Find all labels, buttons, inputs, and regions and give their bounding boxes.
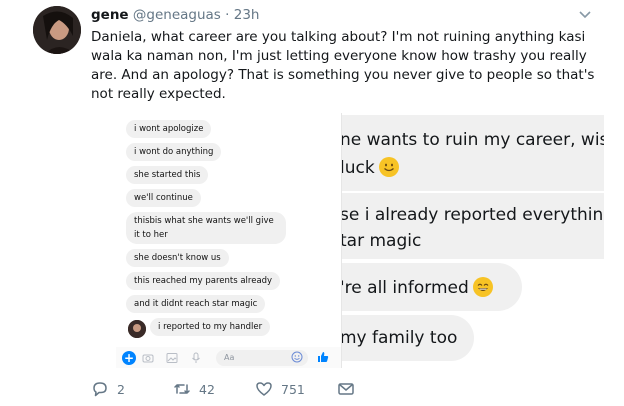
image-icon xyxy=(166,353,178,363)
chat-screenshot-right: ne wants to ruin my career, wis luck se … xyxy=(342,113,604,368)
microphone-icon xyxy=(192,352,200,363)
chat-message: she started this xyxy=(126,166,209,184)
plus-icon: + xyxy=(122,351,136,365)
like-count: 751 xyxy=(281,381,305,397)
like-button[interactable]: 751 xyxy=(255,378,305,400)
user-avatar[interactable] xyxy=(33,6,81,54)
tweet-media[interactable]: i wont apologize i wont do anything she … xyxy=(116,113,604,368)
tweet-header: gene @geneaguas · 23h xyxy=(91,7,259,23)
camera-icon xyxy=(142,354,154,363)
chat-message: this reached my parents already xyxy=(126,272,281,290)
smiling-emoji-face xyxy=(379,157,399,177)
chat-bubble-text: 're all informed xyxy=(342,278,469,298)
reply-count: 2 xyxy=(117,381,125,397)
grinning-emoji-icon xyxy=(472,277,493,297)
smiling-emoji-icon xyxy=(378,157,399,177)
reply-icon xyxy=(93,382,107,397)
chat-screenshot-left: i wont apologize i wont do anything she … xyxy=(116,113,342,368)
avatar-photo xyxy=(128,320,146,338)
chat-message: thisbis what she wants we'll give it to … xyxy=(126,212,286,244)
retweet-count: 42 xyxy=(199,381,215,397)
chat-bubble-line: tar magic xyxy=(342,231,422,251)
chat-bubble-line: my family too xyxy=(342,328,458,348)
chat-message: i wont do anything xyxy=(126,143,222,161)
retweet-icon xyxy=(174,384,190,394)
chat-composer-bar: + Aa xyxy=(116,347,341,368)
smiley-icon xyxy=(291,351,303,363)
chat-message: i wont apologize xyxy=(126,120,212,138)
chat-bubble-large: ne wants to ruin my career, wis luck xyxy=(342,115,604,191)
tweet-timestamp[interactable]: 23h xyxy=(234,7,260,23)
chat-bubble-line: ne wants to ruin my career, wis xyxy=(342,130,604,150)
chevron-down-icon[interactable] xyxy=(578,8,592,22)
tweet: gene @geneaguas · 23h Daniela, what care… xyxy=(0,0,624,406)
chat-bubble-large: 're all informed xyxy=(342,263,522,311)
grinning-emoji-face xyxy=(473,277,493,297)
avatar-photo xyxy=(33,6,81,54)
user-handle[interactable]: @geneaguas xyxy=(133,7,221,23)
chat-message: we'll continue xyxy=(126,189,201,207)
thumbs-up-icon xyxy=(318,352,329,362)
chat-message: and it didnt reach star magic xyxy=(126,295,266,313)
chat-message: she doesn't know us xyxy=(126,249,229,267)
tweet-text: Daniela, what career are you talking abo… xyxy=(91,29,595,102)
separator-dot: · xyxy=(225,7,230,23)
envelope-icon xyxy=(338,383,354,395)
chat-avatar xyxy=(128,320,146,338)
chat-bubble-large: se i already reported everythin tar magi… xyxy=(342,193,604,259)
direct-message-button[interactable] xyxy=(337,378,355,400)
retweet-button[interactable]: 42 xyxy=(173,378,215,400)
tweet-actions: 2 42 751 xyxy=(91,378,391,402)
chat-bubble-line: 're all informed xyxy=(342,277,493,298)
chat-message: i reported to my handler xyxy=(150,318,271,336)
reply-button[interactable]: 2 xyxy=(91,378,125,400)
display-name[interactable]: gene xyxy=(91,7,129,23)
heart-icon xyxy=(256,382,272,396)
chat-bubble-line: se i already reported everythin xyxy=(342,205,604,225)
chat-bubble-text: luck xyxy=(342,158,375,178)
chat-bubble-large: my family too xyxy=(342,315,474,361)
chat-bubble-line: luck xyxy=(342,157,399,178)
